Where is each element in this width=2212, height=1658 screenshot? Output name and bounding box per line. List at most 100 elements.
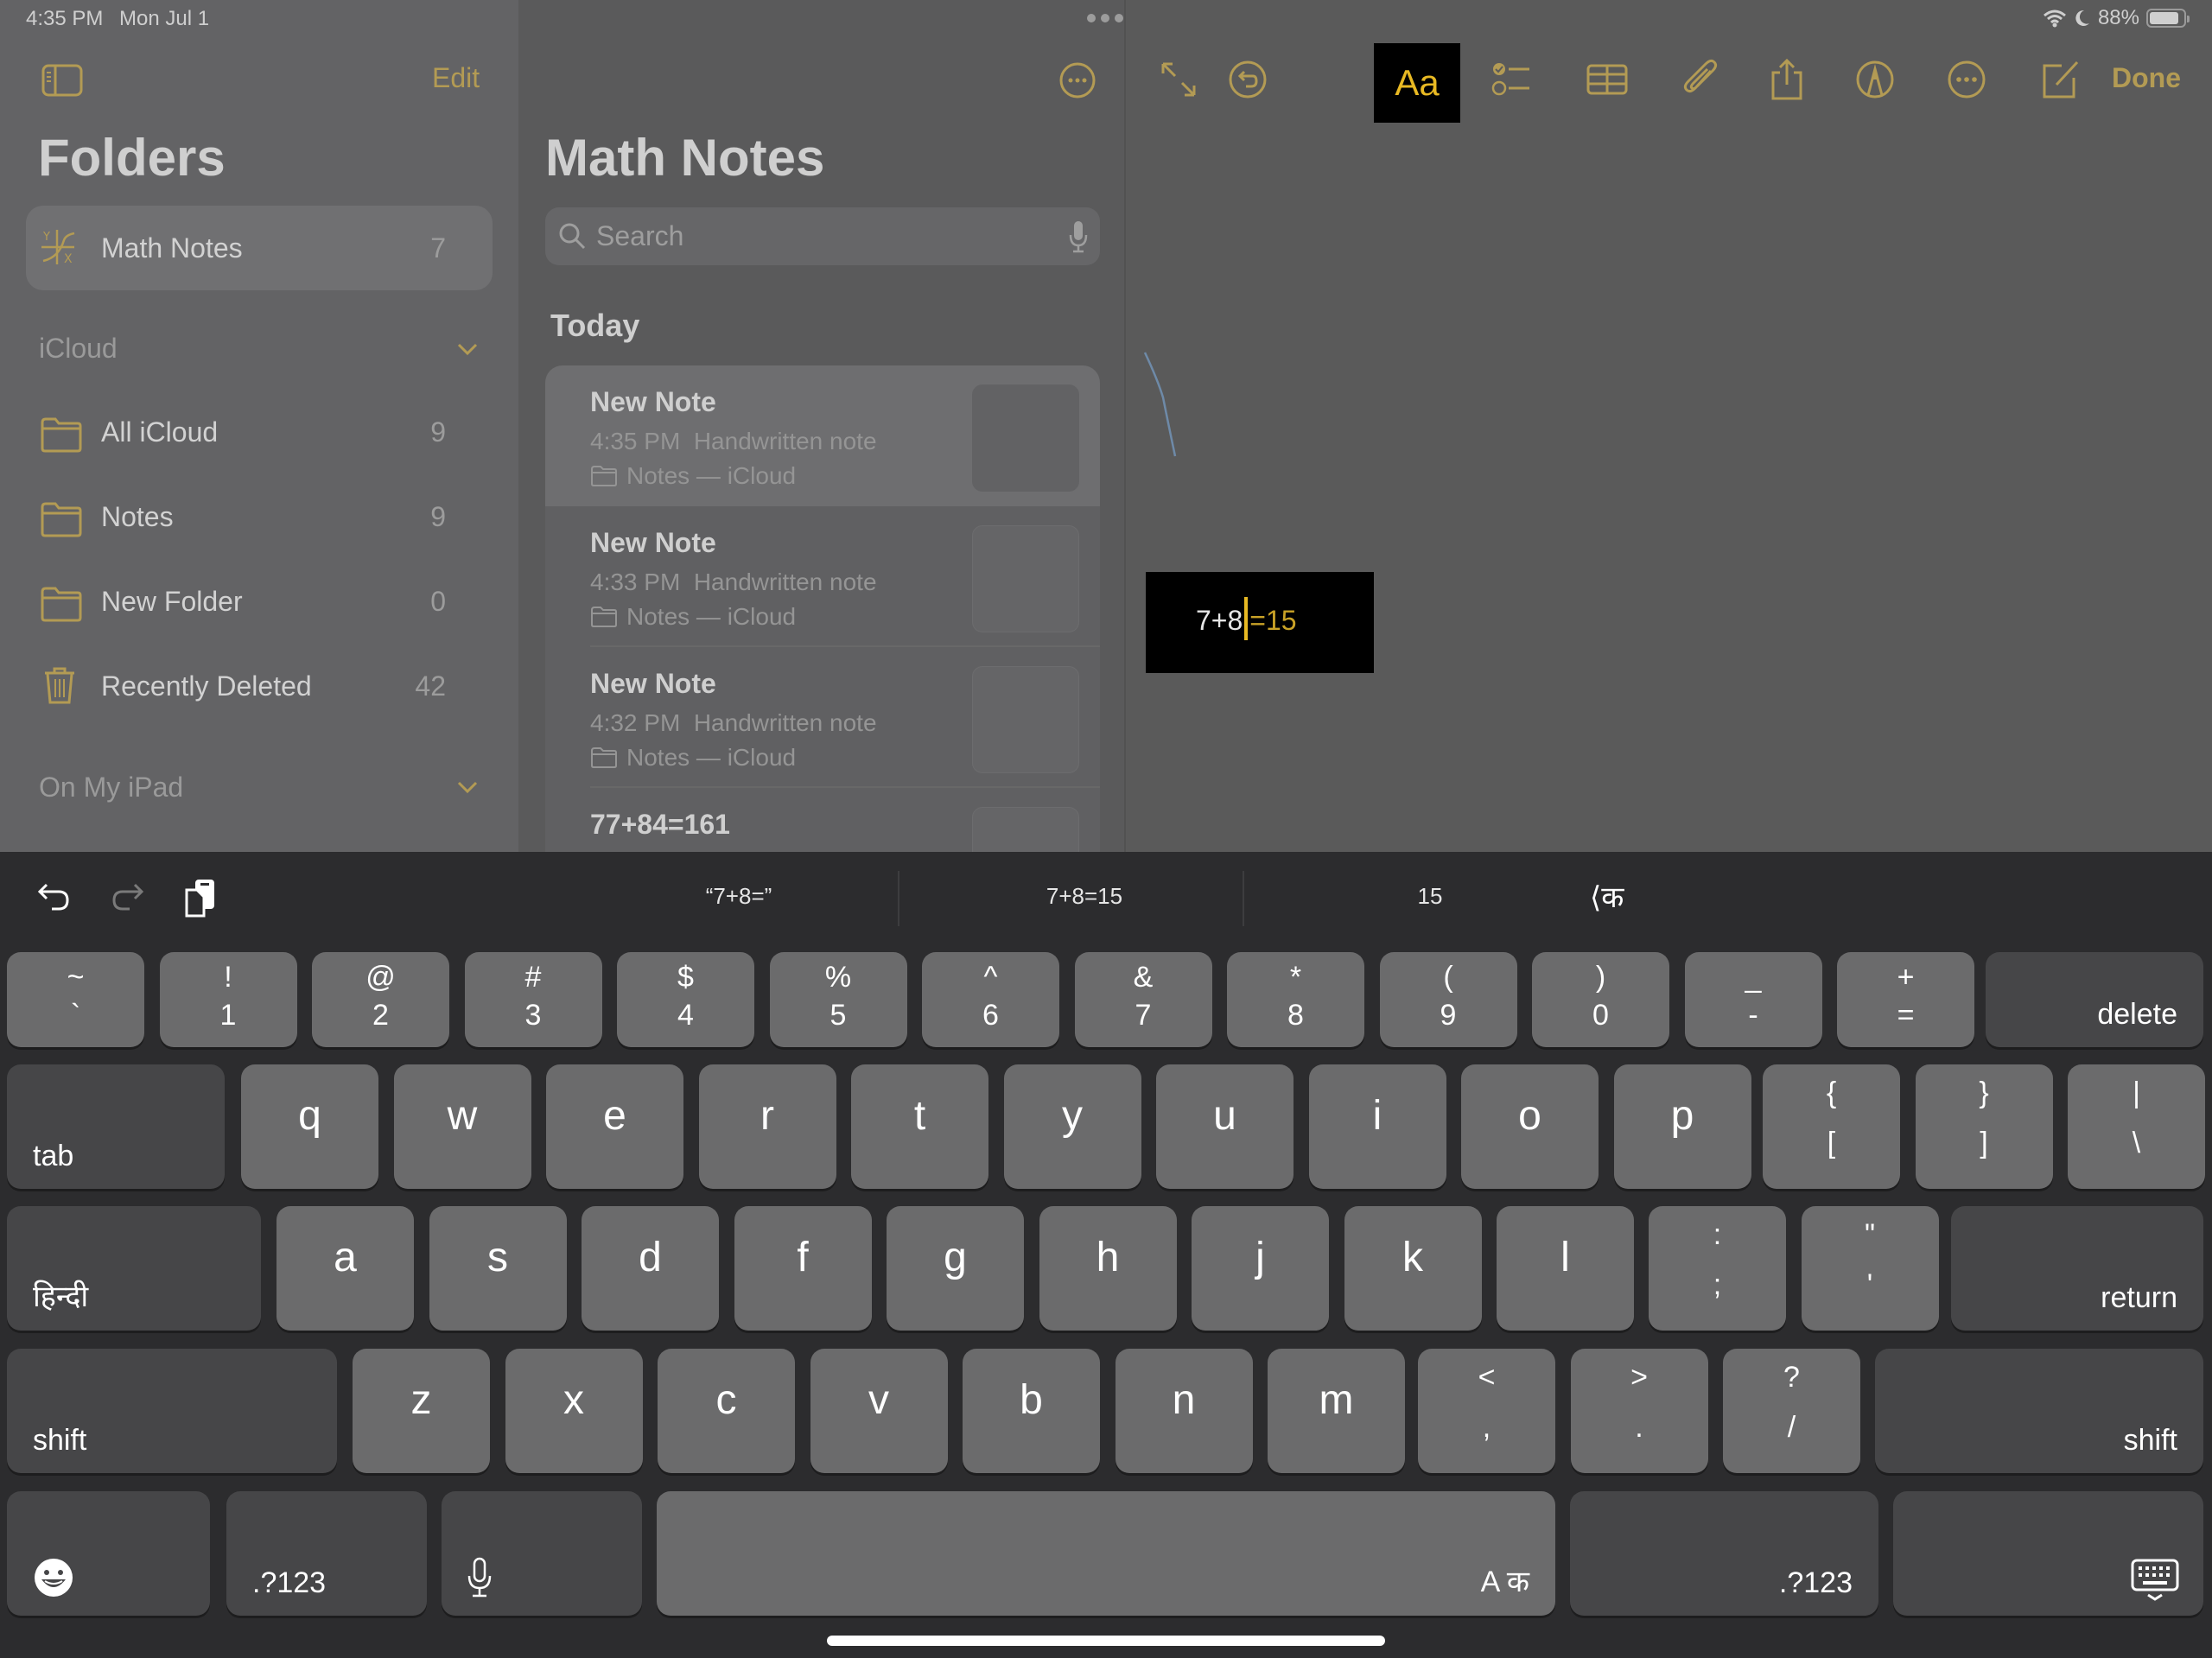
key-9[interactable]: (9 (1379, 952, 1517, 1047)
key-;[interactable]: :; (1649, 1206, 1786, 1331)
format-button[interactable]: Aa (1374, 43, 1460, 123)
numbers-key-left[interactable]: .?123 (226, 1491, 427, 1616)
folder-math-notes[interactable]: Y X Math Notes 7 (26, 206, 493, 290)
suggestion-2[interactable]: 7+8=15 (950, 883, 1218, 910)
key-t[interactable]: t (851, 1064, 988, 1189)
key-1[interactable]: ! 1 (159, 952, 297, 1047)
key-g[interactable]: g (887, 1206, 1024, 1331)
key-8[interactable]: * 8 (1227, 952, 1364, 1047)
key-'[interactable]: " ' (1801, 1206, 1939, 1331)
key-w[interactable]: w (393, 1064, 531, 1189)
key-label: .?123 (1778, 1566, 1853, 1599)
edit-button[interactable]: Edit (432, 62, 480, 94)
key-2[interactable]: @2 (312, 952, 449, 1047)
key-=[interactable]: + = (1837, 952, 1974, 1047)
key-i[interactable]: i (1308, 1064, 1446, 1189)
numbers-key-right[interactable]: .?123 (1570, 1491, 1878, 1616)
key-\[interactable]: | \ (2068, 1064, 2205, 1189)
math-expression[interactable]: 7+8 =15 (1196, 596, 1297, 640)
key-z[interactable]: z (353, 1349, 490, 1473)
paperclip-icon[interactable] (1680, 59, 1721, 100)
folder-notes[interactable]: Notes 9 (26, 474, 493, 559)
key-,[interactable]: <, (1418, 1349, 1555, 1473)
key-q[interactable]: q (241, 1064, 378, 1189)
key-v[interactable]: v (810, 1349, 948, 1473)
key-d[interactable]: d (582, 1206, 719, 1331)
compose-icon[interactable] (2039, 59, 2081, 100)
key-r[interactable]: r (698, 1064, 836, 1189)
key-n[interactable]: n (1115, 1349, 1253, 1473)
key-s[interactable]: s (429, 1206, 567, 1331)
key-k[interactable]: k (1344, 1206, 1482, 1331)
key-p[interactable]: p (1613, 1064, 1751, 1189)
key-x[interactable]: x (505, 1349, 643, 1473)
undo-icon[interactable] (36, 880, 71, 914)
note-item[interactable]: 77+84=161 (545, 788, 1100, 852)
key-][interactable]: }] (1915, 1064, 2053, 1189)
home-indicator[interactable] (827, 1636, 1385, 1646)
return-key[interactable]: return (1951, 1206, 2203, 1331)
folder-new-folder[interactable]: New Folder 0 (26, 559, 493, 644)
key-e[interactable]: e (546, 1064, 683, 1189)
key-4[interactable]: $4 (617, 952, 754, 1047)
key-0[interactable]: ) 0 (1532, 952, 1669, 1047)
dismiss-keyboard-key[interactable] (1893, 1491, 2203, 1616)
key--[interactable]: _ - (1684, 952, 1822, 1047)
folder-recently-deleted[interactable]: Recently Deleted 42 (26, 644, 493, 728)
key-6[interactable]: ^ 6 (922, 952, 1059, 1047)
key-b[interactable]: b (963, 1349, 1100, 1473)
space-key[interactable]: A क (657, 1491, 1555, 1616)
expand-icon[interactable] (1158, 59, 1199, 100)
microphone-icon[interactable] (1069, 219, 1088, 254)
ipad-section-header[interactable]: On My iPad (39, 772, 183, 804)
key-m[interactable]: m (1268, 1349, 1405, 1473)
hindi-language-key[interactable]: हिन्दी (7, 1206, 261, 1331)
key-`[interactable]: ~ ` (7, 952, 144, 1047)
key-o[interactable]: o (1461, 1064, 1599, 1189)
suggestion-1[interactable]: “7+8=” (605, 883, 873, 910)
table-icon[interactable] (1586, 59, 1628, 100)
done-button[interactable]: Done (2112, 62, 2181, 94)
shift-key-right[interactable]: shift (1875, 1349, 2203, 1473)
dictation-key[interactable] (442, 1491, 642, 1616)
more-icon[interactable] (1946, 59, 1987, 100)
note-item[interactable]: New Note 4:35 PM Handwritten note Notes … (545, 365, 1100, 506)
note-editor[interactable] (1128, 0, 2212, 852)
key-y[interactable]: y (1003, 1064, 1141, 1189)
note-item[interactable]: New Note 4:33 PM Handwritten note Notes … (545, 506, 1100, 647)
share-icon[interactable] (1766, 59, 1808, 100)
key-7[interactable]: & 7 (1074, 952, 1212, 1047)
key-f[interactable]: f (734, 1206, 872, 1331)
checklist-icon[interactable] (1491, 59, 1533, 100)
delete-key[interactable]: delete (1986, 952, 2203, 1047)
folder-all-icloud[interactable]: All iCloud 9 (26, 390, 493, 474)
paste-icon[interactable] (183, 878, 218, 918)
key-a[interactable]: a (276, 1206, 414, 1331)
more-options-icon[interactable] (1059, 62, 1096, 98)
emoji-key[interactable] (7, 1491, 210, 1616)
key-/[interactable]: ? / (1723, 1349, 1860, 1473)
chevron-down-icon[interactable] (456, 780, 479, 794)
math-expression-block[interactable]: 7+8 =15 (1146, 572, 1374, 673)
chevron-down-icon[interactable] (456, 342, 479, 356)
search-input[interactable]: Search (545, 207, 1100, 265)
language-switch-button[interactable]: ⟨क (1590, 876, 1624, 916)
key-3[interactable]: #3 (464, 952, 602, 1047)
key-h[interactable]: h (1039, 1206, 1177, 1331)
icloud-section-header[interactable]: iCloud (39, 333, 118, 365)
redo-icon[interactable] (111, 880, 145, 914)
key-5[interactable]: % 5 (769, 952, 907, 1047)
undo-circle-icon[interactable] (1227, 59, 1268, 100)
key-l[interactable]: l (1497, 1206, 1634, 1331)
suggestion-3[interactable]: 15 (1296, 883, 1564, 910)
key-j[interactable]: j (1192, 1206, 1329, 1331)
markup-pen-icon[interactable] (1854, 59, 1896, 100)
note-item[interactable]: New Note 4:32 PM Handwritten note Notes … (545, 647, 1100, 788)
key-.[interactable]: >. (1570, 1349, 1708, 1473)
tab-key[interactable]: tab (7, 1064, 225, 1189)
key-c[interactable]: c (658, 1349, 795, 1473)
sidebar-toggle-icon[interactable] (41, 64, 83, 97)
key-[[interactable]: {[ (1763, 1064, 1900, 1189)
shift-key-left[interactable]: shift (7, 1349, 337, 1473)
key-u[interactable]: u (1156, 1064, 1294, 1189)
